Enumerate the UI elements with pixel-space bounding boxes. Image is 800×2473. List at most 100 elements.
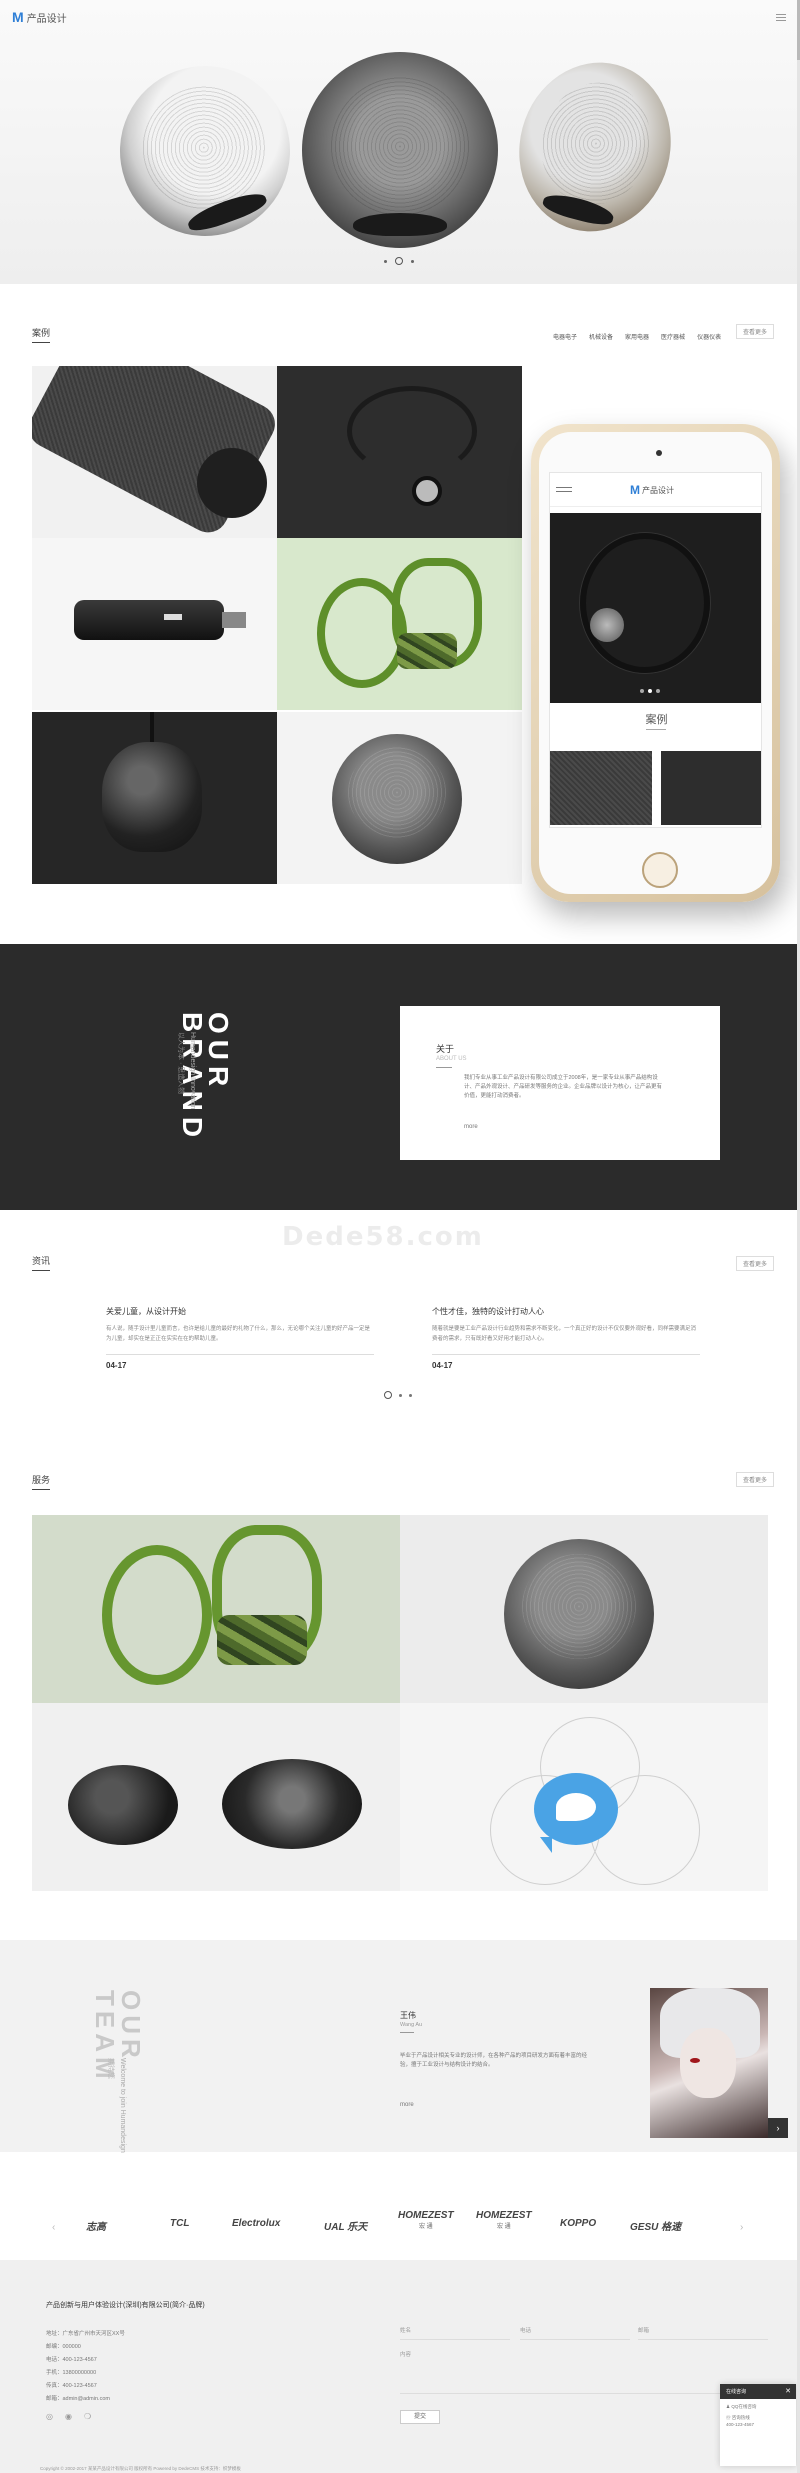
- partner-logo[interactable]: KOPPO: [560, 2218, 596, 2229]
- qq-icon[interactable]: ◉: [65, 2412, 72, 2421]
- footer-postcode: 邮编：000000: [46, 2344, 81, 2350]
- footer-company-name: 产品创新与用户体验设计(深圳)有限公司(简介·品牌): [46, 2302, 205, 2309]
- case-item-headphone-green[interactable]: [277, 538, 522, 710]
- tab-case-4[interactable]: 仪器仪表: [697, 332, 721, 341]
- partner-logo[interactable]: GESU 格速: [630, 2218, 681, 2233]
- float-phone: ☏ 咨询热线 400-123-4567: [720, 2410, 796, 2428]
- logo-mark: M: [12, 9, 24, 25]
- partners-next-icon[interactable]: ›: [740, 2222, 743, 2233]
- float-contact-header: 在线咨询 ✕: [720, 2384, 796, 2399]
- case-item-speaker-fabric[interactable]: [32, 366, 277, 538]
- float-qq-link[interactable]: ♟ QQ在线咨询: [720, 2399, 796, 2410]
- case-item-car-charger[interactable]: [32, 538, 277, 710]
- float-contact-panel: 在线咨询 ✕ ♟ QQ在线咨询 ☏ 咨询热线 400-123-4567: [720, 2384, 796, 2466]
- footer-contact-info: 地址：广东省广州市天河区XX号 邮编：000000 电话：400-123-456…: [46, 2328, 125, 2406]
- partner-logo[interactable]: Electrolux: [232, 2218, 280, 2229]
- page: M 产品设计 案例 查看更多 电器电子 机械设备 家用电器 医疗器械 仪器仪表: [0, 0, 800, 2473]
- brand-sub-cn: 以人为本 · 思造人物: [177, 1032, 184, 1095]
- float-phone-label: 咨询热线: [731, 2415, 750, 2420]
- hero-pagination[interactable]: [384, 257, 414, 265]
- cases-tabs: 电器电子 机械设备 家用电器 医疗器械 仪器仪表: [553, 332, 721, 341]
- news-title: 资讯: [32, 1254, 51, 1271]
- news-item-title[interactable]: 关爱儿童，从设计开始: [106, 1306, 374, 1317]
- phone-thumb-1: [550, 751, 652, 825]
- tab-case-1[interactable]: 机械设备: [589, 332, 613, 341]
- phone-thumb-2: [661, 751, 761, 825]
- news-item[interactable]: 个性才佳，独特的设计打动人心 随着就是要是工业产品设计行业趋势和需求不断变化，一…: [432, 1306, 700, 1370]
- weibo-icon[interactable]: ◎: [46, 2412, 53, 2421]
- news-dot-active[interactable]: [384, 1391, 392, 1399]
- about-more-link[interactable]: more: [464, 1124, 478, 1130]
- about-card: 关于 ABOUT US 我们专业从事工业产品设计有限公司成立于2008年，是一家…: [400, 1006, 720, 1160]
- news-item-desc: 有人说，随手设计里儿童而言，也许是给儿童的最好的礼物了什么，那么，无论哪个关注儿…: [106, 1326, 371, 1342]
- phone-camera: [656, 450, 662, 456]
- tab-case-3[interactable]: 医疗器械: [661, 332, 685, 341]
- phone-screen: M 产品设计 案例: [549, 472, 762, 828]
- footer-email: 邮箱：admin@admin.com: [46, 2396, 110, 2402]
- footer-mobile: 手机：13800000000: [46, 2370, 97, 2376]
- partner-logo-sub: 宏 通: [418, 2224, 433, 2230]
- case-item-headphone-black[interactable]: [277, 366, 522, 538]
- news-item-date: 04-17: [106, 1361, 127, 1370]
- speaker-right-image: [500, 45, 690, 249]
- service-item-earbuds[interactable]: [32, 1703, 400, 1891]
- team-sub-cn: 期待您: [107, 2058, 114, 2079]
- footer-address: 地址：广东省广州市天河区XX号: [46, 2331, 125, 2337]
- partners-prev-icon[interactable]: ‹: [52, 2222, 55, 2233]
- service-item-bird-logo[interactable]: [400, 1703, 768, 1891]
- partner-logo-sub: 宏 通: [496, 2224, 511, 2230]
- name-field[interactable]: 姓名: [400, 2326, 510, 2340]
- footer-social: ◎ ◉ ❍: [46, 2412, 91, 2421]
- news-more-button[interactable]: 查看更多: [736, 1256, 775, 1271]
- news-item-title[interactable]: 个性才佳，独特的设计打动人心: [432, 1306, 700, 1317]
- news-item-date: 04-17: [432, 1361, 453, 1370]
- member-photo: [650, 1988, 768, 2138]
- case-item-mini-speaker[interactable]: [277, 712, 522, 884]
- phone-icon: ☏: [726, 2415, 731, 2420]
- wechat-icon[interactable]: ❍: [84, 2412, 91, 2421]
- menu-icon[interactable]: [776, 14, 786, 21]
- team-section: OUR TEAM Welcome to join Humandesign 期待您…: [0, 1940, 800, 2153]
- member-more-link[interactable]: more: [400, 2102, 414, 2108]
- hero-dot[interactable]: [384, 259, 387, 263]
- news-dot[interactable]: [409, 1393, 412, 1397]
- news-item-desc: 随着就是要是工业产品设计行业趋势和需求不断变化，一个真正好的设计不仅仅要外观好看…: [432, 1326, 697, 1342]
- team-next-icon[interactable]: ›: [768, 2118, 788, 2138]
- close-icon[interactable]: ✕: [785, 2387, 791, 2395]
- partner-logo[interactable]: HOMEZEST 宏 通: [398, 2210, 454, 2230]
- partner-logo[interactable]: TCL: [170, 2218, 189, 2229]
- service-item-speaker[interactable]: [400, 1515, 768, 1703]
- hero-dot-active[interactable]: [395, 257, 403, 265]
- hero-dot[interactable]: [411, 259, 414, 263]
- news-dot[interactable]: [399, 1393, 402, 1397]
- partner-logo[interactable]: UAL 乐天: [324, 2218, 367, 2233]
- message-field[interactable]: 内容: [400, 2348, 768, 2394]
- member-en-name: Wang Au: [400, 2022, 423, 2028]
- about-text: 我们专业从事工业产品设计有限公司成立于2008年，是一家专业从事产品结构设计、产…: [464, 1075, 663, 1099]
- hero-banner: [0, 0, 800, 284]
- submit-button[interactable]: 提交: [400, 2410, 440, 2424]
- about-subtitle: ABOUT US: [436, 1056, 467, 1062]
- case-item-pendant[interactable]: [32, 712, 277, 884]
- copyright: Copyright © 2002-2017 某某产品设计有限公司 版权所有 Po…: [40, 2466, 241, 2471]
- footer-phone: 电话：400-123-4567: [46, 2357, 97, 2363]
- phone-field[interactable]: 电话: [520, 2326, 630, 2340]
- news-item[interactable]: 关爱儿童，从设计开始 有人说，随手设计里儿童而言，也许是给儿童的最好的礼物了什么…: [106, 1306, 374, 1370]
- partner-logo[interactable]: HOMEZEST 宏 通: [476, 2210, 532, 2230]
- logo[interactable]: M 产品设计: [12, 9, 67, 25]
- member-name: 王伟: [400, 2011, 416, 2020]
- tab-case-0[interactable]: 电器电子: [553, 332, 577, 341]
- cases-more-button[interactable]: 查看更多: [736, 324, 775, 339]
- service-item-headphone[interactable]: [32, 1515, 400, 1703]
- partner-logo-name: HOMEZEST: [476, 2210, 532, 2221]
- partner-logo[interactable]: 志高: [86, 2218, 106, 2233]
- phone-case-label: 案例: [645, 714, 668, 726]
- news-pagination[interactable]: [384, 1391, 412, 1399]
- email-field[interactable]: 邮箱: [638, 2326, 768, 2340]
- services-more-button[interactable]: 查看更多: [736, 1472, 775, 1487]
- services-title: 服务: [32, 1473, 51, 1490]
- phone-mockup: M 产品设计 案例: [531, 424, 780, 902]
- partner-logo-name: Electrolux: [232, 2218, 281, 2229]
- partners-strip: ‹ 志高 TCL Electrolux UAL 乐天 HOMEZEST 宏 通 H…: [0, 2200, 800, 2260]
- tab-case-2[interactable]: 家用电器: [625, 332, 649, 341]
